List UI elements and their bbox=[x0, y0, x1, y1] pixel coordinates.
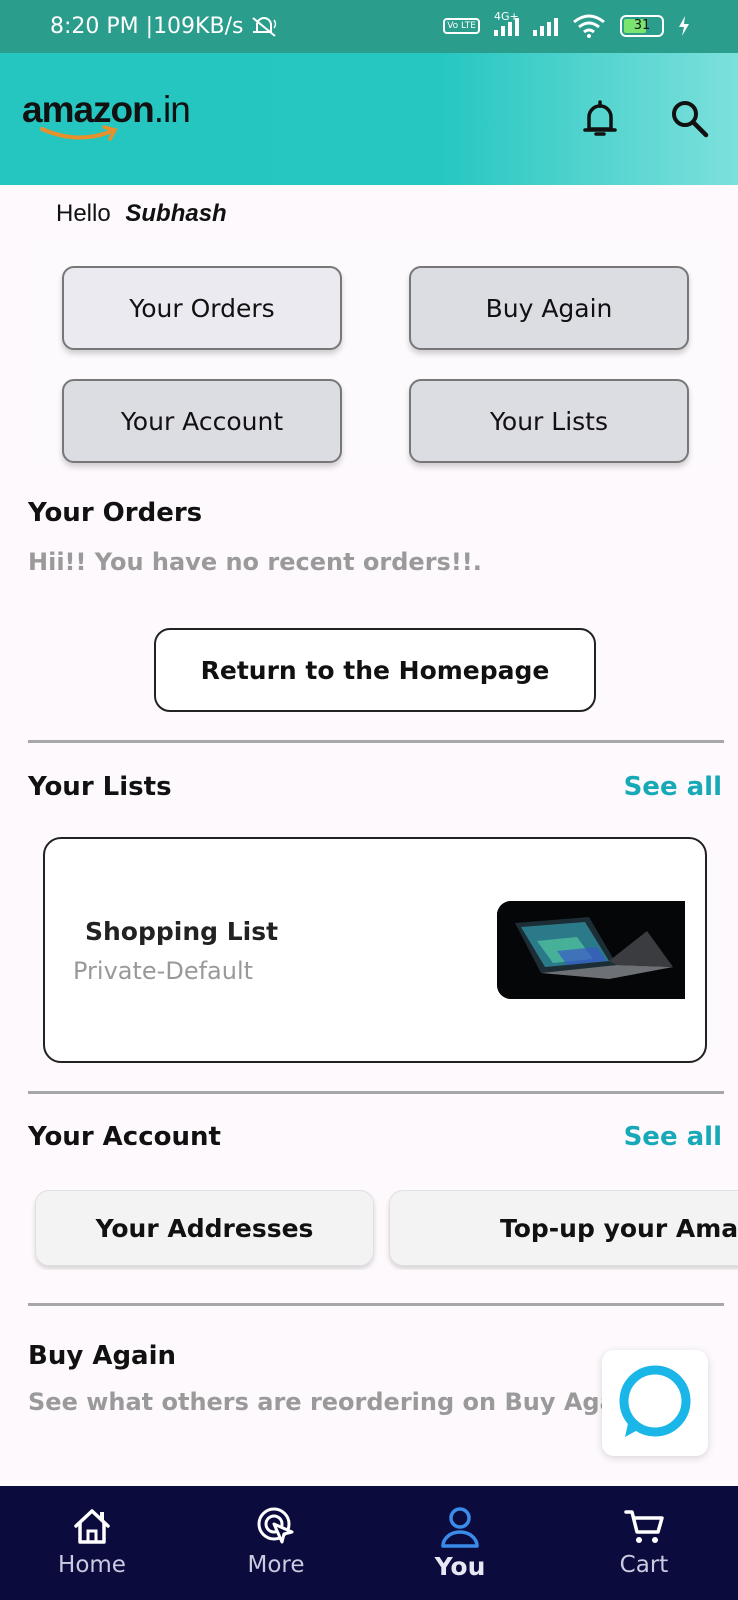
bell-icon[interactable] bbox=[578, 97, 622, 141]
nav-more-label: More bbox=[247, 1552, 305, 1578]
greeting-prefix: Hello bbox=[56, 200, 111, 227]
section-divider bbox=[28, 740, 724, 743]
orders-section-title: Your Orders bbox=[28, 498, 203, 528]
bottom-navigation: Home More You Cart bbox=[0, 1486, 738, 1600]
buy-again-button[interactable]: Buy Again bbox=[409, 266, 689, 350]
orders-empty-message: Hii!! You have no recent orders!!. bbox=[28, 548, 482, 576]
section-divider bbox=[28, 1091, 724, 1094]
charging-icon bbox=[679, 16, 689, 36]
top-up-amazon-pay-chip[interactable]: Top-up your Amazon Pay bbox=[389, 1190, 738, 1266]
your-addresses-chip[interactable]: Your Addresses bbox=[35, 1190, 374, 1266]
list-privacy: Private-Default bbox=[73, 957, 254, 985]
your-lists-button[interactable]: Your Lists bbox=[409, 379, 689, 463]
lists-section-title: Your Lists bbox=[28, 772, 172, 802]
buy-again-section-title: Buy Again bbox=[28, 1341, 177, 1371]
mobile-signal-icon: 4G+ bbox=[494, 10, 519, 36]
user-icon bbox=[441, 1507, 479, 1548]
return-homepage-button[interactable]: Return to the Homepage bbox=[154, 628, 596, 712]
home-icon bbox=[74, 1509, 110, 1544]
section-divider bbox=[28, 1303, 724, 1306]
nav-home-label: Home bbox=[58, 1552, 126, 1578]
account-chips-row: Your Addresses Top-up your Amazon Pay bbox=[0, 1190, 738, 1270]
list-thumbnail-image bbox=[497, 901, 685, 999]
notification-off-icon bbox=[252, 16, 277, 37]
volte-badge: Vo LTE bbox=[443, 18, 480, 34]
wifi-icon bbox=[573, 14, 605, 38]
alexa-icon bbox=[619, 1365, 691, 1437]
nav-home[interactable]: Home bbox=[0, 1486, 184, 1600]
status-bar: 8:20 PM |109KB/s Vo LTE 4G+ 31 bbox=[0, 0, 738, 53]
more-icon bbox=[257, 1507, 294, 1544]
nav-more[interactable]: More bbox=[184, 1486, 368, 1600]
lists-see-all-link[interactable]: See all bbox=[624, 772, 722, 802]
list-name: Shopping List bbox=[85, 917, 279, 946]
shopping-list-card[interactable]: Shopping List Private-Default bbox=[43, 837, 707, 1063]
battery-level: 31 bbox=[633, 18, 651, 33]
greeting: Hello Subhash bbox=[56, 200, 227, 228]
nav-you-label: You bbox=[434, 1552, 486, 1581]
buy-again-message: See what others are reordering on Buy Ag… bbox=[28, 1388, 618, 1416]
status-time: 8:20 PM |109KB/s bbox=[50, 14, 244, 39]
app-header: amazon.in bbox=[0, 53, 738, 185]
nav-you[interactable]: You bbox=[368, 1486, 552, 1600]
account-section-title: Your Account bbox=[28, 1122, 221, 1152]
your-orders-button[interactable]: Your Orders bbox=[62, 266, 342, 350]
account-see-all-link[interactable]: See all bbox=[624, 1122, 722, 1152]
nav-cart[interactable]: Cart bbox=[552, 1486, 736, 1600]
your-account-button[interactable]: Your Account bbox=[62, 379, 342, 463]
alexa-button[interactable] bbox=[602, 1350, 708, 1456]
cart-icon bbox=[624, 1510, 664, 1543]
nav-cart-label: Cart bbox=[619, 1552, 669, 1578]
user-name: Subhash bbox=[125, 200, 227, 227]
amazon-smile-icon bbox=[40, 125, 118, 141]
battery-icon: 31 bbox=[620, 15, 664, 37]
search-icon[interactable] bbox=[668, 97, 712, 141]
mobile-signal-2-icon bbox=[533, 16, 558, 36]
